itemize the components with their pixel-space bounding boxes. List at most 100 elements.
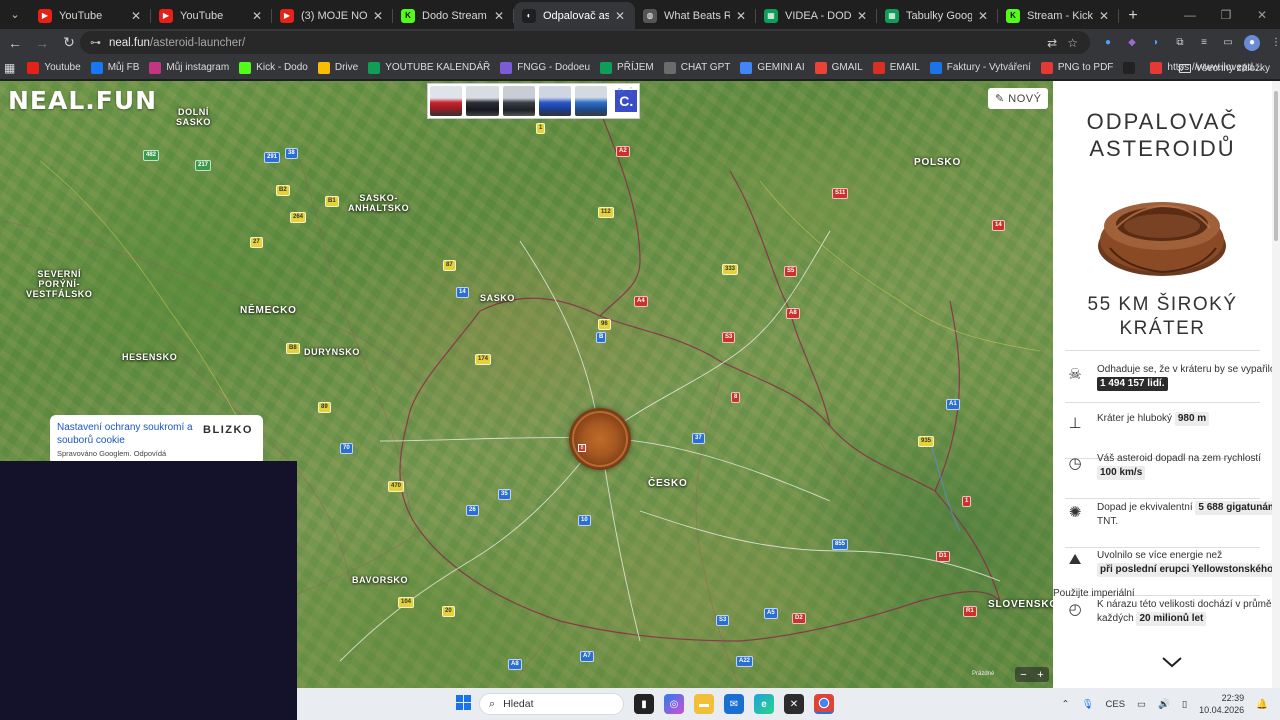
bookmark-item[interactable]: PNG to PDF: [1040, 61, 1113, 74]
close-tab-icon[interactable]: ✕: [734, 9, 748, 23]
language-indicator[interactable]: CES: [1106, 699, 1126, 710]
panel-scrollbar[interactable]: [1272, 81, 1280, 688]
notification-icon[interactable]: 🔔: [1256, 699, 1268, 710]
bookmark-label: FNGG - Dodoeu: [517, 62, 591, 73]
back-icon[interactable]: ←: [3, 31, 27, 55]
close-tab-icon[interactable]: ✕: [250, 9, 264, 23]
battery-icon[interactable]: ▯: [1182, 699, 1187, 710]
forward-icon[interactable]: →: [30, 31, 54, 55]
cookie-title[interactable]: Nastavení ochrany soukromí a souborů coo…: [57, 421, 197, 447]
close-tab-icon[interactable]: ✕: [613, 9, 627, 23]
ad-car-image[interactable]: [466, 86, 499, 116]
close-tab-icon[interactable]: ✕: [492, 9, 506, 23]
tab-9[interactable]: K Stream - Kick Dashbo ✕: [998, 2, 1119, 29]
terminal-icon[interactable]: ✕: [784, 694, 804, 714]
extension-icon-3[interactable]: ◗: [1148, 35, 1164, 51]
tab-title: (3) MOJE NOVÉ AUTO: [301, 9, 367, 22]
extension-icon-1[interactable]: ●: [1100, 35, 1116, 51]
close-tab-icon[interactable]: ✕: [1097, 9, 1111, 23]
bookmark-item[interactable]: Faktury - Vytváření: [929, 61, 1031, 74]
close-window-icon[interactable]: ✕: [1244, 0, 1280, 29]
site-info-icon[interactable]: ⊶: [90, 36, 101, 49]
close-tab-icon[interactable]: ✕: [371, 9, 385, 23]
bookmark-item[interactable]: FNGG - Dodoeu: [500, 61, 591, 74]
reload-icon[interactable]: ↻: [57, 31, 81, 55]
ad-car-image[interactable]: [575, 86, 608, 116]
edge-icon[interactable]: e: [754, 694, 774, 714]
all-bookmarks-button[interactable]: Všechny záložky: [1178, 56, 1270, 80]
scrollbar-thumb[interactable]: [1274, 91, 1278, 241]
translate-icon[interactable]: ⇄: [1047, 36, 1057, 50]
menu-dots-icon[interactable]: ⋮: [1268, 35, 1280, 51]
bookmark-item[interactable]: GMAIL: [814, 61, 863, 74]
start-icon[interactable]: [456, 695, 472, 711]
stat-value: 980 m: [1174, 412, 1210, 426]
profile-avatar-icon[interactable]: ●: [1244, 34, 1260, 51]
new-tab-button[interactable]: +: [1119, 2, 1147, 29]
ad-car-image[interactable]: [430, 86, 463, 116]
extensions-puzzle-icon[interactable]: ⧉: [1172, 35, 1188, 51]
bookmark-item[interactable]: EMAIL: [872, 61, 920, 74]
apps-grid-icon[interactable]: ▦: [4, 61, 15, 75]
tab-6[interactable]: ◍ What Beats Rock Game ✕: [635, 2, 756, 29]
bookmark-favicon-icon: [663, 61, 676, 74]
ad-choices-icon[interactable]: ▷ ⋮: [619, 86, 635, 95]
ad-banner[interactable]: C. ▷ ⋮: [427, 83, 640, 119]
clock-icon: ◴: [1068, 601, 1082, 618]
network-icon[interactable]: ▭: [1137, 699, 1146, 710]
tab-4[interactable]: K Dodo Stream - Watch ✕: [393, 2, 514, 29]
tray-overflow-icon[interactable]: ⌃: [1061, 699, 1069, 710]
reading-list-icon[interactable]: ≡: [1196, 35, 1212, 51]
bookmark-item[interactable]: GEMINI AI: [740, 61, 805, 74]
bookmark-item[interactable]: CHAT GPT: [663, 61, 730, 74]
ad-car-image[interactable]: [538, 86, 572, 116]
bookmark-item[interactable]: [1123, 61, 1140, 74]
volume-icon[interactable]: 🔊: [1158, 699, 1170, 710]
bookmark-item[interactable]: PŘÍJEM: [600, 61, 654, 74]
taskbar-search[interactable]: ⌕ Hledat: [479, 693, 624, 715]
bookmark-item[interactable]: Můj instagram: [149, 61, 229, 74]
tab-1[interactable]: ▶ YouTube ✕: [30, 2, 151, 29]
bookmark-item[interactable]: Můj FB: [90, 61, 139, 74]
microphone-icon[interactable]: 🎙: [1081, 699, 1093, 710]
new-asteroid-button[interactable]: ✎ NOVÝ: [988, 88, 1049, 109]
task-view-icon[interactable]: ▮: [634, 694, 654, 714]
chrome-icon[interactable]: [814, 694, 834, 714]
bookmark-item[interactable]: Kick - Dodo: [239, 61, 308, 74]
address-bar[interactable]: ⊶ neal.fun/asteroid-launcher/ ⇄ ☆: [80, 31, 1090, 54]
site-logo[interactable]: NEAL.FUN: [8, 86, 157, 115]
chevron-down-icon[interactable]: [1160, 653, 1184, 671]
tab-search-icon[interactable]: ⌄: [0, 0, 30, 29]
bookmark-star-icon[interactable]: ☆: [1067, 36, 1078, 50]
extension-icon-2[interactable]: ◆: [1124, 35, 1140, 51]
map-attribution[interactable]: Prázdné: [972, 671, 994, 677]
media-icon[interactable]: ▭: [1220, 35, 1236, 51]
bookmark-favicon-icon: [1123, 61, 1136, 74]
minimize-icon[interactable]: —: [1172, 0, 1208, 29]
bookmark-item[interactable]: Drive: [317, 61, 358, 74]
close-tab-icon[interactable]: ✕: [976, 9, 990, 23]
zoom-in-icon[interactable]: +: [1037, 669, 1043, 681]
close-tab-icon[interactable]: ✕: [855, 9, 869, 23]
clock[interactable]: 22:39 10.04.2026: [1199, 692, 1244, 716]
tab-8[interactable]: ▦ Tabulky Google ✕: [877, 2, 998, 29]
clock-time: 22:39: [1221, 693, 1245, 703]
outlook-icon[interactable]: ✉: [724, 694, 744, 714]
imperial-units-toggle[interactable]: Použijte imperiální: [1053, 588, 1135, 599]
road-number-badge: A2: [616, 146, 630, 157]
road-number-badge: A8: [508, 659, 522, 670]
tab-7[interactable]: ▦ VIDEA - DODO - Tabu ✕: [756, 2, 877, 29]
all-bookmarks-label: Všechny záložky: [1195, 62, 1270, 74]
tab-3[interactable]: ▶ (3) MOJE NOVÉ AUTO ✕: [272, 2, 393, 29]
close-tab-icon[interactable]: ✕: [129, 9, 143, 23]
tab-2[interactable]: ▶ YouTube ✕: [151, 2, 272, 29]
ad-car-image[interactable]: [502, 86, 535, 116]
tab-5[interactable]: ◐ Odpalovač asteroidů ✕: [514, 2, 635, 29]
bookmark-item[interactable]: YOUTUBE KALENDÁŘ: [368, 61, 490, 74]
bookmark-item[interactable]: Youtube: [27, 61, 81, 74]
cookie-consent-popup[interactable]: Nastavení ochrany soukromí a souborů coo…: [50, 415, 263, 465]
file-explorer-icon[interactable]: ▬: [694, 694, 714, 714]
copilot-icon[interactable]: ◎: [664, 694, 684, 714]
zoom-out-icon[interactable]: −: [1020, 669, 1026, 681]
maximize-icon[interactable]: ❐: [1208, 0, 1244, 29]
